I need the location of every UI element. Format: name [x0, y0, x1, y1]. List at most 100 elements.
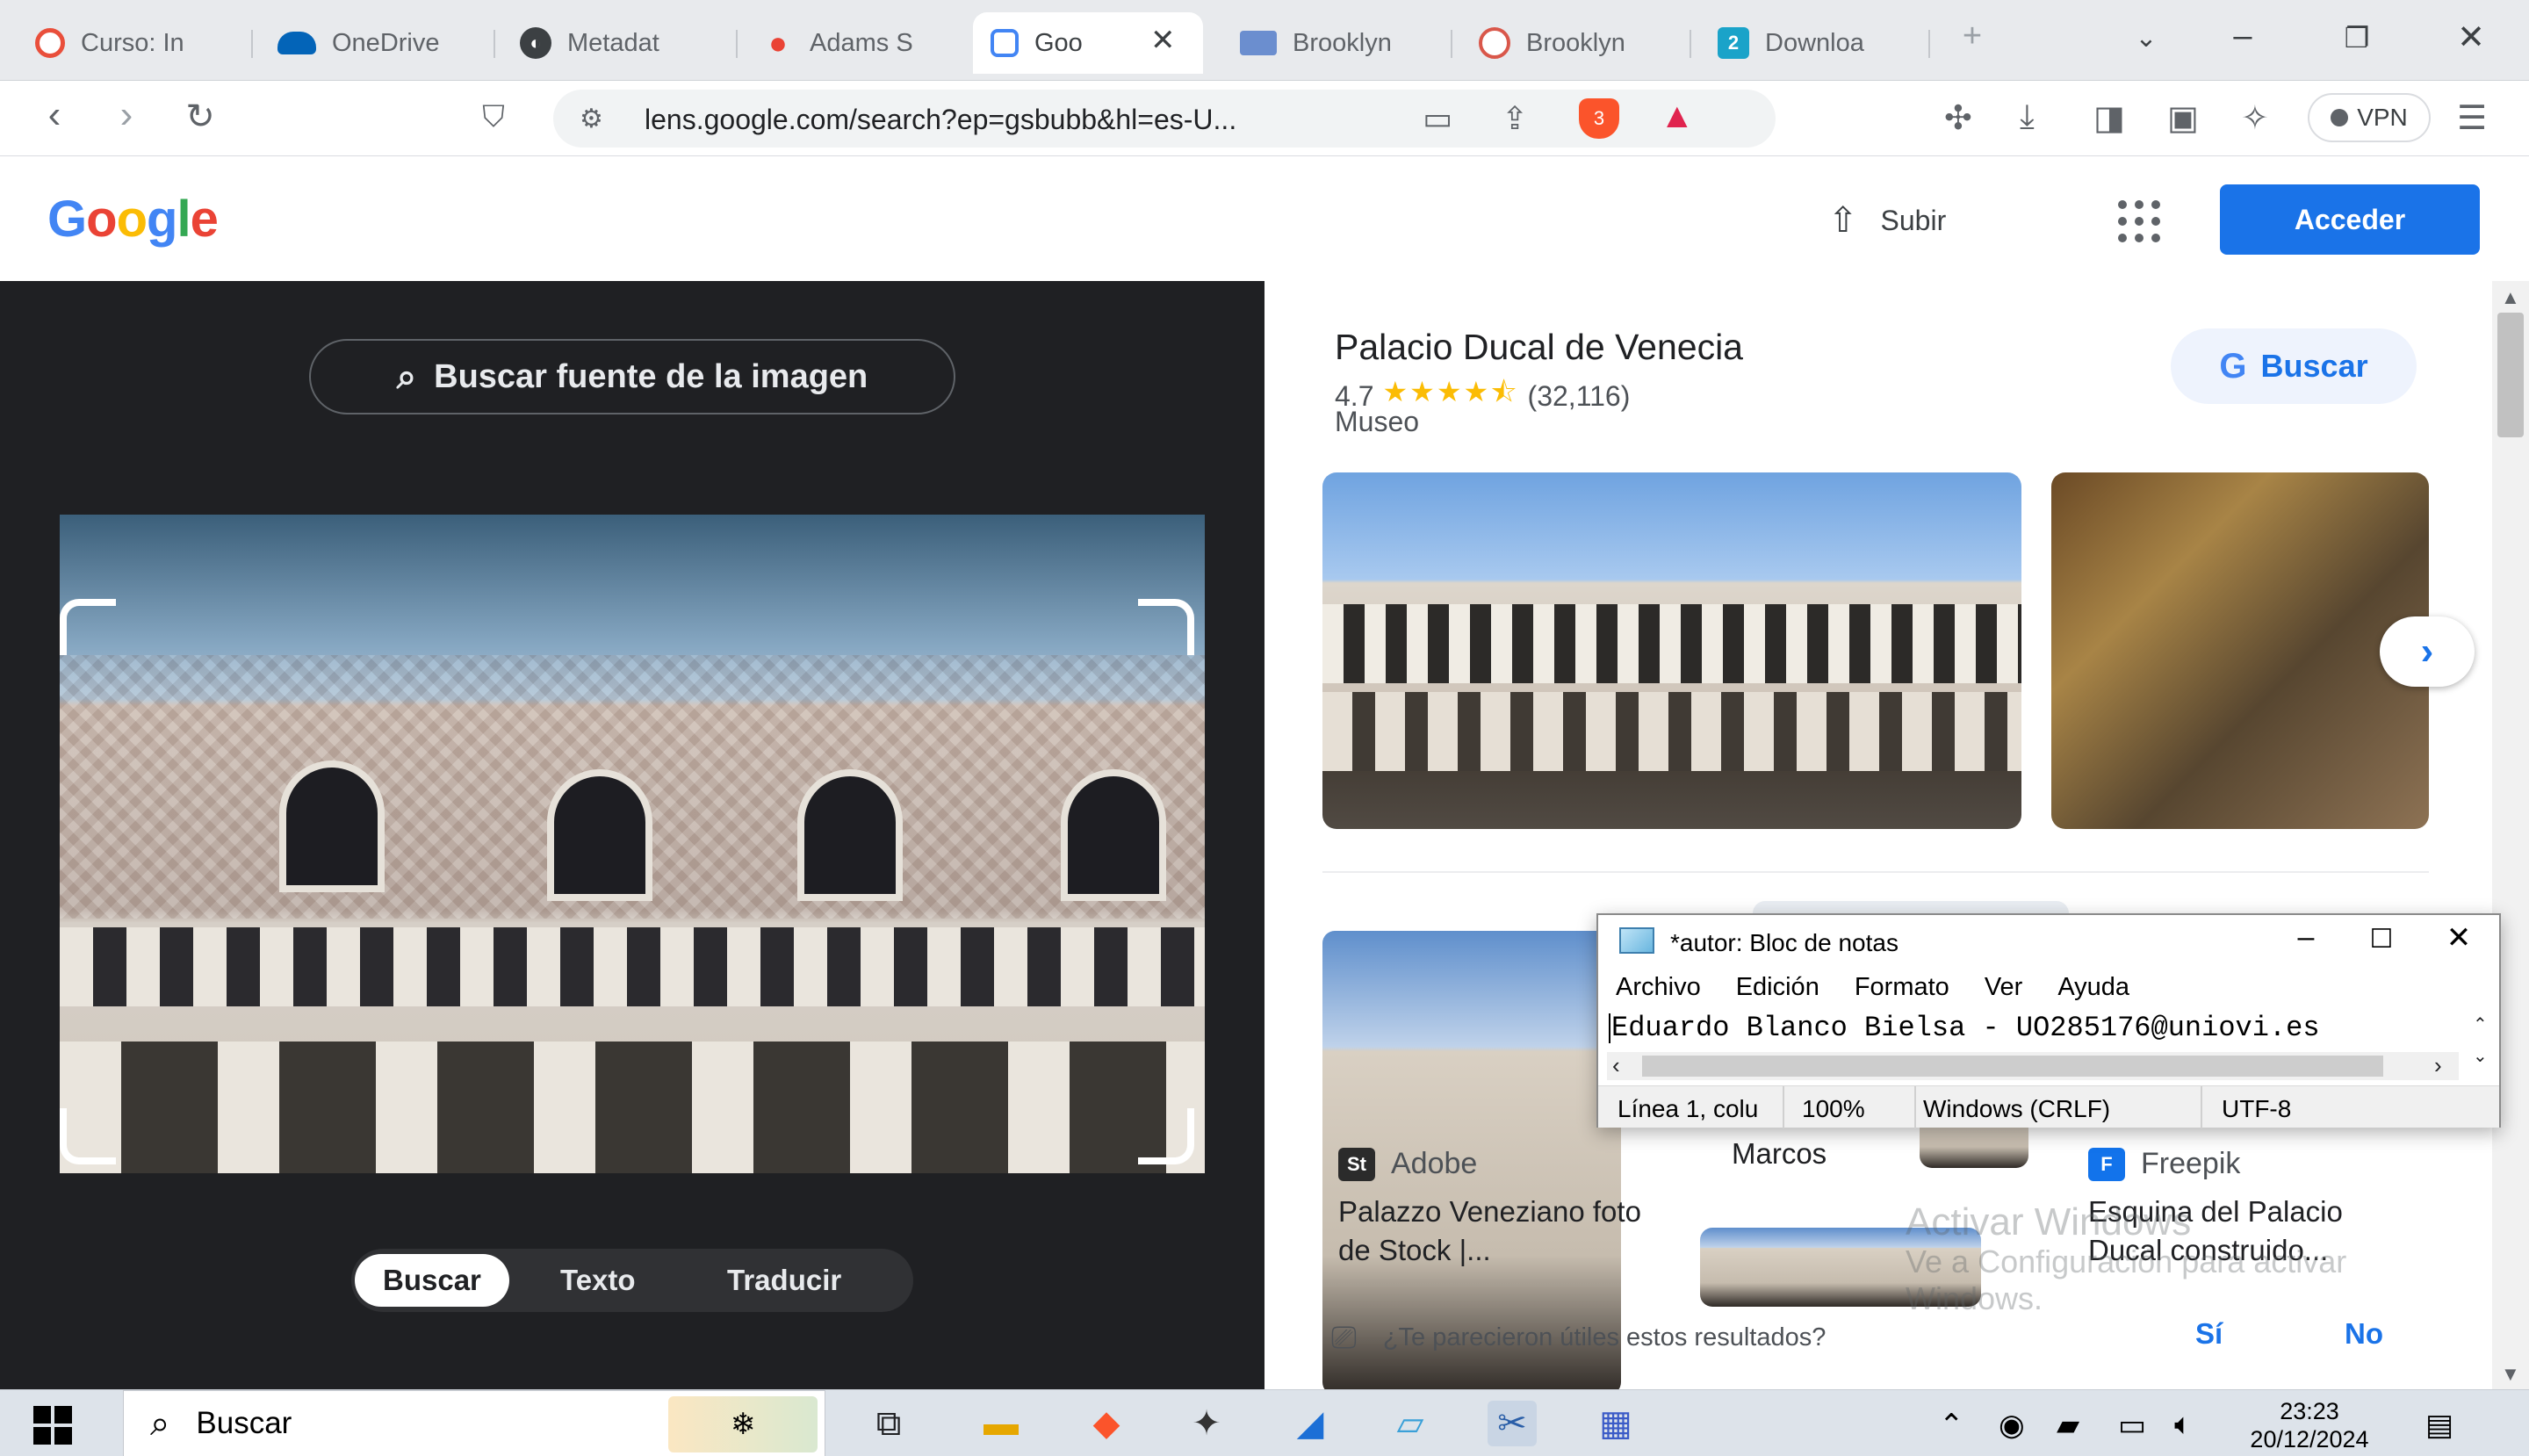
- windows-start-icon[interactable]: [33, 1406, 72, 1445]
- notifications-icon[interactable]: ▤: [2425, 1408, 2453, 1443]
- tab-favicon-icon: [1479, 27, 1510, 59]
- menu-archivo[interactable]: Archivo: [1616, 973, 1701, 1002]
- tab-traducir[interactable]: Traducir: [699, 1254, 869, 1307]
- menu-ayuda[interactable]: Ayuda: [2057, 973, 2129, 1002]
- brave-shields-icon[interactable]: 3: [1579, 98, 1619, 139]
- knowledge-panel-title[interactable]: Palacio Ducal de Venecia: [1335, 327, 1743, 368]
- maximize-icon[interactable]: ☐: [2346, 924, 2417, 955]
- knowledge-panel-image[interactable]: [2051, 472, 2429, 829]
- volume-icon[interactable]: 🔈︎: [2174, 1408, 2192, 1442]
- upload-button[interactable]: ⇧ Subir: [1828, 200, 1946, 241]
- menu-edicion[interactable]: Edición: [1736, 973, 1819, 1002]
- feedback-yes-button[interactable]: Sí: [2195, 1317, 2223, 1351]
- notepad-title-bar[interactable]: *autor: Bloc de notas – ☐ ✕: [1598, 915, 2499, 968]
- document-app-icon[interactable]: ▦: [1591, 1401, 1640, 1446]
- google-logo[interactable]: Google: [47, 190, 219, 249]
- next-images-chevron-right-icon[interactable]: ›: [2380, 616, 2475, 687]
- notepad-taskbar-icon[interactable]: ▱: [1386, 1401, 1435, 1446]
- scroll-left-icon[interactable]: ‹: [1612, 1052, 1620, 1079]
- close-icon[interactable]: ✕: [2424, 920, 2494, 955]
- wallet-icon[interactable]: ▣: [2167, 98, 2199, 138]
- search-icon: ⌕: [150, 1403, 170, 1443]
- tab-buscar[interactable]: Buscar: [355, 1254, 509, 1307]
- crop-handle-bottom-right[interactable]: [1138, 1108, 1194, 1164]
- app-icon[interactable]: ✦: [1182, 1401, 1231, 1446]
- browser-tab-adams[interactable]: ● Adams S: [745, 12, 964, 74]
- browser-tab-brooklyn-1[interactable]: Brooklyn: [1222, 12, 1442, 74]
- cast-icon[interactable]: ▭: [1423, 100, 1452, 137]
- result-source-freepik[interactable]: F Freepik: [2088, 1147, 2240, 1181]
- crop-handle-bottom-left[interactable]: [60, 1108, 116, 1164]
- scroll-up-icon[interactable]: ▲: [2501, 286, 2520, 309]
- result-title[interactable]: Palazzo Veneziano foto de Stock |...: [1338, 1193, 1672, 1270]
- tab-separator: [1928, 30, 1930, 58]
- browser-tab-curso[interactable]: Curso: In: [18, 12, 237, 74]
- crop-handle-top-left[interactable]: [60, 599, 116, 655]
- close-window-icon[interactable]: ✕: [2445, 18, 2497, 57]
- tab-texto[interactable]: Texto: [532, 1254, 664, 1307]
- horizontal-scrollbar[interactable]: ‹ ›: [1607, 1052, 2459, 1080]
- task-view-icon[interactable]: ⧉: [864, 1401, 913, 1446]
- scroll-right-icon[interactable]: ›: [2434, 1052, 2442, 1079]
- google-search-chip[interactable]: G Buscar: [2171, 328, 2417, 404]
- taskbar-search-box[interactable]: ⌕ Buscar ❄: [123, 1390, 825, 1456]
- show-hidden-icons-chevron-up-icon[interactable]: ⌃: [1939, 1408, 1964, 1443]
- feedback-no-button[interactable]: No: [2345, 1317, 2383, 1351]
- minimize-icon[interactable]: –: [2271, 920, 2341, 955]
- status-separator: [2201, 1086, 2202, 1128]
- browser-tab-metadata[interactable]: ◐ Metadat: [502, 12, 722, 74]
- back-chevron-left-icon[interactable]: ‹: [30, 93, 79, 137]
- tab-list-chevron-down-icon[interactable]: ⌄: [2120, 23, 2172, 54]
- tab-label: OneDrive: [332, 28, 440, 57]
- share-icon[interactable]: ⇪: [1502, 100, 1528, 137]
- notepad-text-area[interactable]: Eduardo Blanco Bielsa - UO285176@uniovi.…: [1609, 1012, 2461, 1056]
- page-scrollbar[interactable]: ▲ ▼: [2492, 281, 2529, 1389]
- extensions-puzzle-icon[interactable]: ✣: [1944, 98, 1972, 138]
- menu-formato[interactable]: Formato: [1855, 973, 1949, 1002]
- download-site-icon: 2: [1718, 27, 1749, 59]
- minimize-window-icon[interactable]: –: [2216, 18, 2269, 55]
- meet-camera-icon[interactable]: ◉: [1999, 1408, 2025, 1443]
- vpn-button[interactable]: VPN: [2308, 93, 2431, 142]
- new-tab-button[interactable]: +: [1946, 18, 1999, 55]
- menu-hamburger-icon[interactable]: ☰: [2457, 98, 2487, 138]
- scroll-down-icon[interactable]: ▼: [2501, 1363, 2520, 1386]
- file-explorer-folder-icon[interactable]: ▬: [976, 1401, 1026, 1446]
- browser-tab-brooklyn-2[interactable]: Brooklyn: [1461, 12, 1681, 74]
- taskbar-clock[interactable]: 23:23 20/12/2024: [2237, 1397, 2381, 1453]
- menu-ver[interactable]: Ver: [1985, 973, 2023, 1002]
- scroll-down-icon[interactable]: ⌄: [2473, 1045, 2488, 1067]
- scroll-up-icon[interactable]: ⌃: [2473, 1013, 2488, 1035]
- forward-chevron-right-icon[interactable]: ›: [102, 93, 151, 137]
- reload-icon[interactable]: ↻: [176, 97, 225, 137]
- restore-window-icon[interactable]: ❐: [2331, 21, 2383, 54]
- knowledge-panel-image[interactable]: [1322, 472, 2021, 829]
- site-settings-icon[interactable]: ⚙: [580, 104, 603, 134]
- sidebar-icon[interactable]: ◨: [2093, 98, 2125, 138]
- apps-grid-icon[interactable]: [2118, 200, 2160, 242]
- query-image[interactable]: [60, 515, 1205, 1173]
- close-tab-icon[interactable]: ✕: [1150, 23, 1176, 58]
- vertical-scrollbar[interactable]: ⌃ ⌄: [2462, 1010, 2497, 1082]
- scroll-thumb[interactable]: [2497, 313, 2524, 437]
- address-bar[interactable]: ⚙ lens.google.com/search?ep=gsbubb&hl=es…: [553, 90, 1776, 148]
- crop-handle-top-right[interactable]: [1138, 599, 1194, 655]
- sign-in-button[interactable]: Acceder: [2220, 184, 2480, 255]
- bookmark-icon[interactable]: ⛉: [469, 100, 518, 134]
- brave-browser-icon[interactable]: ◆: [1082, 1401, 1131, 1446]
- app-icon[interactable]: ◢: [1286, 1401, 1335, 1446]
- result-title[interactable]: Marcos: [1732, 1135, 1907, 1173]
- url-text[interactable]: lens.google.com/search?ep=gsbubb&hl=es-U…: [645, 104, 1236, 136]
- brave-rewards-triangle-icon[interactable]: ▲: [1660, 97, 1695, 136]
- leo-ai-star-icon[interactable]: ✧: [2241, 98, 2269, 138]
- network-icon[interactable]: ▭: [2118, 1408, 2146, 1443]
- scroll-thumb[interactable]: [1642, 1056, 2383, 1077]
- snipping-tool-icon[interactable]: ✂: [1488, 1401, 1537, 1446]
- browser-tab-onedrive[interactable]: OneDrive: [260, 12, 479, 74]
- downloads-icon[interactable]: ⤓: [2020, 98, 2035, 136]
- find-image-source-button[interactable]: ⌕ Buscar fuente de la imagen: [309, 339, 955, 414]
- status-line-endings: Windows (CRLF): [1923, 1095, 2111, 1122]
- browser-tab-download[interactable]: 2 Downloa: [1700, 12, 1920, 74]
- battery-icon[interactable]: ▰: [2057, 1408, 2079, 1443]
- result-source-adobe[interactable]: St Adobe: [1338, 1147, 1477, 1181]
